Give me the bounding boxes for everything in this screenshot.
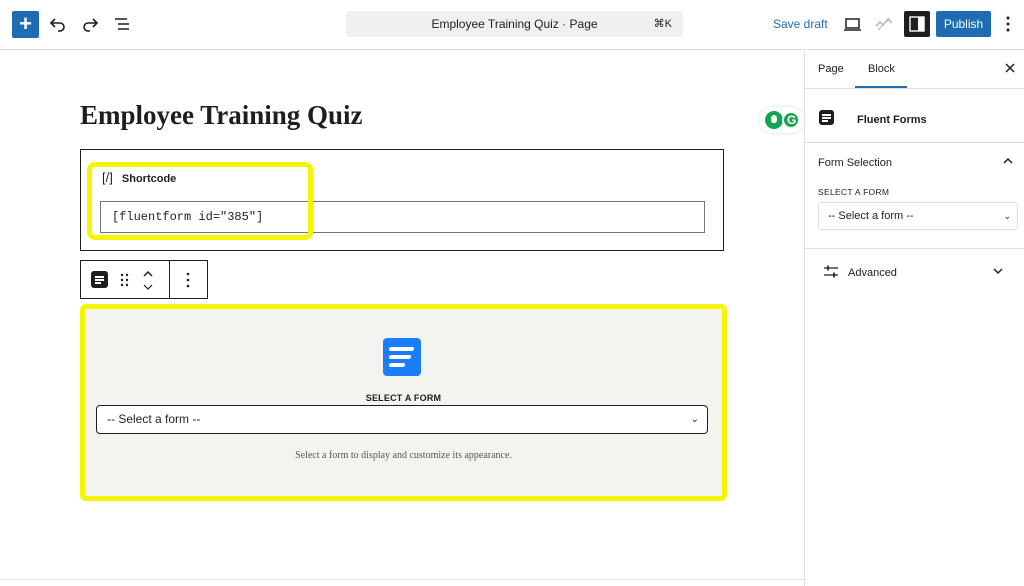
form-select-help-text: Select a form to display and customize i… [295,450,512,461]
sliders-icon[interactable] [823,265,839,279]
sidebar-divider [805,248,1024,249]
redo-icon[interactable] [80,14,102,36]
shortcode-highlight [87,162,313,240]
select-form-label: SELECT A FORM [365,393,442,403]
tab-page[interactable]: Page [818,63,844,75]
list-view-icon[interactable] [112,14,134,36]
form-select-dropdown[interactable]: -- Select a form -- ⌄ [96,405,708,434]
sidebar-tabs: Page Block [805,51,1024,89]
settings-sidebar: Page Block Fluent Forms Form Selection S… [804,51,1024,586]
more-vertical-icon[interactable] [1003,14,1024,36]
block-toolbar [80,260,208,299]
toolbar-separator [169,261,170,298]
command-shortcut: ⌘K [653,18,672,30]
save-draft-button[interactable]: Save draft [773,17,828,31]
tab-block[interactable]: Block [868,63,895,75]
sidebar-form-select[interactable]: -- Select a form -- ⌄ [818,202,1018,230]
close-icon[interactable] [1004,61,1016,77]
form-select-value: -- Select a form -- [107,412,201,426]
performance-icon[interactable] [874,14,896,36]
block-breadcrumb-bar [0,579,804,586]
fluent-forms-icon [819,110,834,125]
document-title-bar[interactable]: Employee Training Quiz · Page ⌘K [346,11,683,37]
chevron-up-icon[interactable] [1002,155,1014,170]
document-title: Employee Training Quiz · Page [431,17,598,31]
drag-handle-icon[interactable] [120,273,130,287]
fluent-forms-logo-icon [383,338,421,376]
undo-icon[interactable] [48,14,70,36]
chevron-down-icon[interactable] [992,265,1004,280]
publish-button[interactable]: Publish [936,11,991,37]
block-name: Fluent Forms [857,114,927,126]
add-block-button[interactable]: + [12,11,39,38]
desktop-view-icon[interactable] [843,14,865,36]
fluent-forms-icon[interactable] [91,271,108,288]
browser-extension-icons [759,107,804,133]
sidebar-select-form-label: SELECT A FORM [818,187,890,197]
editor-top-bar: + Employee Training Quiz · Page ⌘K Save … [0,0,1024,50]
lightbulb-extension-icon[interactable] [765,111,783,129]
block-card: Fluent Forms [805,90,1024,143]
fluent-form-block[interactable]: SELECT A FORM -- Select a form -- ⌄ Sele… [80,304,727,501]
block-options-icon[interactable] [185,272,191,288]
active-tab-indicator [855,86,907,88]
move-up-down-icon[interactable] [141,267,155,293]
advanced-panel-title[interactable]: Advanced [848,267,897,279]
form-selection-panel-title[interactable]: Form Selection [818,157,892,169]
chevron-down-icon: ⌄ [690,414,699,425]
chevron-down-icon: ⌄ [1003,211,1011,221]
sidebar-form-select-value: -- Select a form -- [828,210,914,222]
settings-panel-icon[interactable] [904,11,930,37]
editor-canvas: Employee Training Quiz [/] Shortcode [fl… [0,51,804,586]
page-title[interactable]: Employee Training Quiz [80,100,363,131]
grammarly-icon[interactable] [782,111,800,129]
